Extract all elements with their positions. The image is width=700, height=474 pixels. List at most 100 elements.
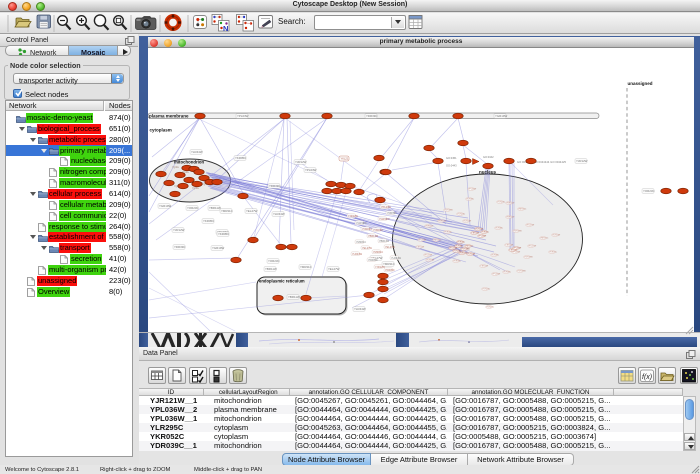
svg-text:YEL27W: YEL27W [328, 267, 340, 271]
svg-text:YBR11W: YBR11W [459, 253, 467, 255]
svg-text:YOR23C: YOR23C [268, 259, 280, 263]
svg-text:GO:0451: GO:0451 [446, 156, 457, 160]
svg-text:YPL03W: YPL03W [512, 252, 520, 254]
svg-text:YDR39C: YDR39C [466, 199, 474, 201]
svg-text:YGR19W: YGR19W [212, 246, 224, 250]
svg-text:YLR44W: YLR44W [463, 221, 471, 223]
svg-text:YLR44W: YLR44W [475, 229, 483, 231]
svg-text:YDR39C: YDR39C [491, 255, 499, 257]
svg-text:YGR19W: YGR19W [461, 249, 470, 251]
svg-text:YBR11W: YBR11W [288, 295, 300, 299]
svg-text:YEL27W: YEL27W [246, 209, 258, 213]
svg-text:Ygr2w: Ygr2w [172, 166, 179, 169]
svg-text:YPL03W: YPL03W [478, 236, 486, 238]
svg-text:YGR19W: YGR19W [495, 114, 507, 118]
svg-text:YKR05C: YKR05C [235, 156, 246, 160]
svg-text:YGR19W: YGR19W [356, 222, 367, 225]
svg-text:YPL03W: YPL03W [492, 274, 500, 276]
svg-text:YDR39C: YDR39C [495, 228, 503, 230]
svg-text:f(x): f(x) [642, 374, 652, 381]
svg-text:YLR44W: YLR44W [354, 307, 366, 311]
svg-text:YKR05C: YKR05C [457, 242, 465, 244]
svg-text:GO:0044464 GO:0044444 GO:00444: GO:0044464 GO:0044444 GO:0044425 [517, 160, 567, 164]
svg-text:YJR12W: YJR12W [576, 159, 588, 163]
svg-text:YMR31C: YMR31C [465, 246, 474, 248]
svg-text:YLR44W: YLR44W [352, 253, 363, 256]
svg-text:YBR11W: YBR11W [379, 240, 390, 243]
svg-text:YBR11W: YBR11W [209, 206, 221, 210]
svg-text:YEL27W: YEL27W [385, 246, 396, 249]
svg-text:YGR19W: YGR19W [379, 218, 390, 221]
svg-text:YOR23C: YOR23C [486, 307, 495, 309]
svg-text:YKR05C: YKR05C [368, 259, 378, 262]
svg-text:YDR39C: YDR39C [387, 212, 397, 215]
svg-text:YBR11W: YBR11W [265, 267, 277, 271]
svg-text:YBR11W: YBR11W [506, 203, 514, 205]
svg-text:YKR05C: YKR05C [444, 232, 452, 234]
svg-text:YLR44W: YLR44W [552, 235, 560, 237]
svg-text:YKR05C: YKR05C [453, 261, 461, 263]
svg-text:endoplasmic reticulum: endoplasmic reticulum [259, 279, 305, 284]
svg-text:YJR12W: YJR12W [416, 247, 424, 249]
svg-text:YOR23C: YOR23C [362, 228, 372, 231]
svg-text:YEL27W: YEL27W [449, 248, 457, 250]
svg-text:YJR12W: YJR12W [295, 160, 307, 164]
svg-text:YDR39C: YDR39C [174, 245, 185, 249]
svg-text:YKR05C: YKR05C [385, 269, 395, 272]
svg-text:YEL27W: YEL27W [424, 255, 432, 257]
svg-text:YMR31C: YMR31C [356, 241, 366, 244]
svg-text:YMR31C: YMR31C [518, 209, 527, 211]
svg-text:YBR11W: YBR11W [438, 221, 446, 223]
svg-text:YMR31C: YMR31C [300, 265, 312, 269]
svg-text:YGR19W: YGR19W [524, 257, 533, 259]
svg-text:YJR12W: YJR12W [471, 233, 479, 235]
svg-text:nucleus: nucleus [479, 170, 497, 175]
svg-text:YJR12W: YJR12W [173, 228, 185, 232]
svg-text:YOR23C: YOR23C [643, 189, 655, 193]
svg-text:YDR39C: YDR39C [366, 114, 377, 118]
svg-text:YGR19W: YGR19W [444, 210, 453, 212]
svg-text:YJR12W: YJR12W [505, 245, 513, 247]
svg-text:YLR44W: YLR44W [273, 212, 285, 216]
svg-text:YMR31C: YMR31C [373, 251, 383, 254]
svg-text:YBR11W: YBR11W [368, 235, 379, 238]
svg-text:YKR05C: YKR05C [481, 232, 489, 234]
svg-text:YLR44W: YLR44W [467, 254, 475, 256]
svg-text:GO:0443: GO:0443 [446, 164, 457, 168]
svg-text:cytoplasm: cytoplasm [150, 128, 172, 133]
svg-text:YMR31C: YMR31C [540, 238, 549, 240]
svg-text:mitochondrion: mitochondrion [174, 160, 204, 165]
svg-text:YPL03W: YPL03W [418, 240, 426, 242]
svg-text:YDR39C: YDR39C [269, 184, 280, 188]
svg-text:YLR44W: YLR44W [391, 257, 402, 260]
svg-text:YBR11W: YBR11W [425, 226, 433, 228]
svg-text:YKR05C: YKR05C [218, 232, 229, 236]
svg-text:YJR12W: YJR12W [509, 250, 517, 252]
svg-text:YPL03W: YPL03W [381, 206, 392, 209]
svg-text:YEL27W: YEL27W [528, 246, 536, 248]
svg-text:YLR44W: YLR44W [426, 260, 434, 262]
svg-text:N: N [223, 24, 228, 33]
svg-text:YGR19W: YGR19W [159, 204, 171, 208]
svg-text:plasma membrane: plasma membrane [149, 114, 189, 119]
svg-text:YJR12W: YJR12W [480, 266, 488, 268]
svg-text:YEL27W: YEL27W [526, 225, 534, 227]
svg-text:Ygr2w: Ygr2w [192, 187, 199, 190]
svg-text:YEL27W: YEL27W [362, 247, 373, 250]
svg-text:YPL03W: YPL03W [513, 248, 521, 250]
svg-text:YGR19W: YGR19W [517, 271, 526, 273]
svg-text:YOR23C: YOR23C [482, 289, 491, 291]
svg-text:YMR31C: YMR31C [433, 240, 442, 242]
svg-text:YOR23C: YOR23C [497, 202, 506, 204]
svg-text:YOR23C: YOR23C [373, 229, 383, 232]
svg-text:YPL03W: YPL03W [305, 168, 317, 172]
svg-text:YDR39C: YDR39C [503, 272, 511, 274]
svg-text:YMR31C: YMR31C [221, 209, 233, 213]
svg-text:YKL21: YKL21 [341, 157, 349, 161]
svg-text:YKR05C: YKR05C [549, 252, 557, 254]
svg-text:YOR23C: YOR23C [187, 206, 199, 210]
svg-text:YBR11W: YBR11W [506, 217, 514, 219]
svg-text:YKR05C: YKR05C [203, 219, 214, 223]
svg-text:YPL03W: YPL03W [468, 189, 476, 191]
svg-text:GO:0162: GO:0162 [483, 155, 494, 159]
